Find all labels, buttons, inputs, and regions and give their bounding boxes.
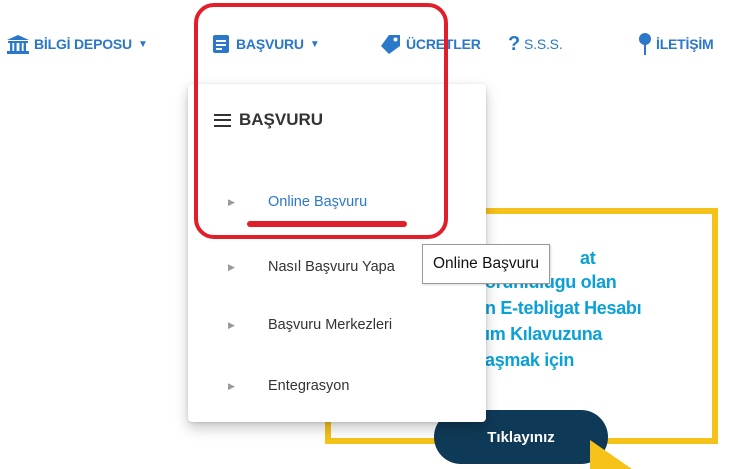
menu-item-nasil-basvuru[interactable]: ▶ Nasıl Başvuru Yapa xyxy=(228,255,395,279)
banner-text-line: at xyxy=(580,248,596,268)
nav-label: BAŞVURU xyxy=(236,36,304,52)
hamburger-icon xyxy=(214,113,231,127)
map-pin-icon xyxy=(638,32,652,56)
dropdown-header: BAŞVURU xyxy=(214,110,323,130)
nav-bilgi-deposu[interactable]: BİLGİ DEPOSU ▼ xyxy=(6,30,148,58)
nav-label: S.S.S. xyxy=(524,36,563,52)
menu-item-label: Başvuru Merkezleri xyxy=(268,317,393,333)
bank-icon xyxy=(6,34,30,54)
pointer-arrow-icon xyxy=(590,440,632,469)
tooltip: Online Başvuru xyxy=(422,244,550,284)
question-icon: ? xyxy=(508,32,521,55)
caret-down-icon: ▼ xyxy=(137,38,148,50)
menu-item-label: Nasıl Başvuru Yapa xyxy=(268,259,395,275)
caret-right-icon: ▶ xyxy=(228,261,235,272)
banner-text-line: aşmak için xyxy=(485,350,575,370)
caret-right-icon: ▶ xyxy=(228,380,235,391)
top-nav: BİLGİ DEPOSU ▼ BAŞVURU ▼ ÜCRETLER ? S.S.… xyxy=(0,0,733,80)
nav-label: BİLGİ DEPOSU xyxy=(34,36,132,52)
menu-item-entegrasyon[interactable]: ▶ Entegrasyon xyxy=(228,374,349,398)
banner-text-line: ım Kılavuzuna xyxy=(485,324,603,344)
nav-iletisim[interactable]: İLETİŞİM xyxy=(638,30,714,58)
caret-right-icon: ▶ xyxy=(228,319,235,330)
tag-icon xyxy=(378,33,402,55)
menu-item-label: Entegrasyon xyxy=(268,378,350,394)
banner-text-line: n E-tebligat Hesabı xyxy=(485,298,642,318)
menu-item-label: Online Başvuru xyxy=(268,194,368,210)
nav-sss[interactable]: ? S.S.S. xyxy=(508,30,563,58)
nav-ucretler[interactable]: ÜCRETLER xyxy=(378,30,481,58)
nav-basvuru[interactable]: BAŞVURU ▼ xyxy=(210,30,320,58)
document-icon xyxy=(210,33,232,55)
caret-down-icon: ▼ xyxy=(309,38,320,50)
menu-item-online-basvuru[interactable]: ▶ Online Başvuru xyxy=(228,190,367,214)
nav-label: ÜCRETLER xyxy=(406,36,481,52)
nav-label: İLETİŞİM xyxy=(656,36,714,52)
caret-right-icon: ▶ xyxy=(228,196,235,207)
dropdown-header-label: BAŞVURU xyxy=(239,110,324,129)
menu-item-basvuru-merkezleri[interactable]: ▶ Başvuru Merkezleri xyxy=(228,313,392,337)
